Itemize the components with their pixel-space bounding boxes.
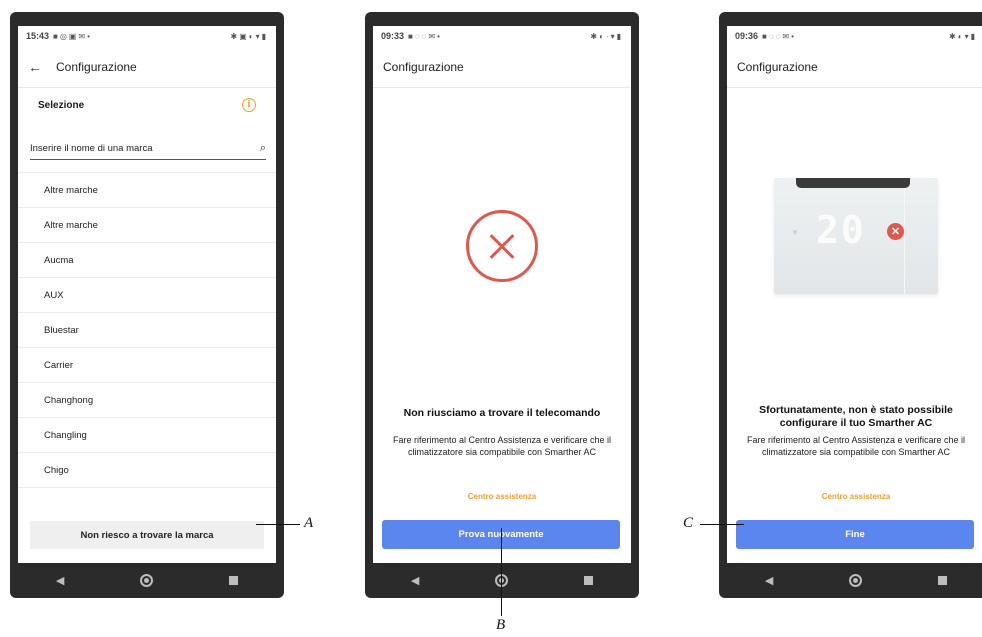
list-item[interactable]: Changhong <box>18 383 276 418</box>
notification-icons: ■◌◌✉• <box>408 31 442 41</box>
help-center-link[interactable]: Centro assistenza <box>373 492 631 501</box>
nav-back-icon[interactable]: ◀ <box>411 574 419 587</box>
status-bar: 15:43 ■◎▣✉• ✱▣◐▾▮ <box>18 26 276 46</box>
thermostat-display: 20 <box>816 208 866 252</box>
section-header: Selezione i <box>18 88 276 122</box>
list-item[interactable]: Aucma <box>18 243 276 278</box>
close-icon[interactable]: ✕ <box>262 26 272 28</box>
list-item[interactable]: Chigo <box>18 453 276 488</box>
app-bar: ← Configurazione <box>18 46 276 88</box>
popout-icon[interactable]: ⧉ <box>248 26 257 28</box>
callout-a-label: A <box>304 515 314 531</box>
message-body: Fare riferimento al Centro Assistenza e … <box>746 435 966 457</box>
thermostat-divider <box>904 188 905 294</box>
status-time: 09:36 <box>735 31 759 41</box>
system-status-icons: ✱◐▾▮ <box>949 31 977 41</box>
message-title: Non riusciamo a trovare il telecomando <box>403 407 601 419</box>
window-controls: ⧉ ✕ <box>957 26 981 28</box>
search-input[interactable] <box>30 143 230 154</box>
phone-screen-brand-selection: ⧉ ✕ 15:43 ■◎▣✉• ✱▣◐▾▮ ← Configurazione S… <box>10 12 284 598</box>
list-item[interactable]: Altre marche <box>18 173 276 208</box>
phone-screen-configuration-failed: ⧉ ✕ 09:36 ■◌◌✉• ✱◐▾▮ Configurazione ▼ 20… <box>719 12 982 598</box>
page-title: Configurazione <box>383 59 464 74</box>
callout-a-line <box>256 524 300 525</box>
close-icon[interactable]: ✕ <box>617 26 627 28</box>
page-title: Configurazione <box>56 59 137 74</box>
error-badge-icon: ✕ <box>887 223 904 240</box>
brand-not-found-button[interactable]: Non riesco a trovare la marca <box>30 521 264 549</box>
back-arrow-icon[interactable]: ← <box>28 59 42 75</box>
thermostat-illustration: ▼ 20 ✕ <box>774 178 938 294</box>
callout-b-label: B <box>496 617 506 633</box>
status-time: 15:43 <box>26 31 50 41</box>
brand-list: Altre marche Altre marche Aucma AUX Blue… <box>18 172 276 488</box>
status-bar: 09:36 ■◌◌✉• ✱◐▾▮ <box>727 26 982 46</box>
notification-icons: ■◎▣✉• <box>53 31 92 41</box>
list-item[interactable]: AUX <box>18 278 276 313</box>
screen: ⧉ ✕ 09:36 ■◌◌✉• ✱◐▾▮ Configurazione ▼ 20… <box>727 26 982 563</box>
status-time: 09:33 <box>381 31 405 41</box>
thermostat-arrow-icon: ▼ <box>791 228 799 237</box>
nav-recent-icon[interactable] <box>584 576 594 585</box>
list-item[interactable]: Altre marche <box>18 208 276 243</box>
page-title: Configurazione <box>737 59 818 74</box>
nav-back-icon[interactable]: ◀ <box>765 574 773 587</box>
list-item[interactable]: Bluestar <box>18 313 276 348</box>
section-label: Selezione <box>38 99 85 111</box>
message-title: Sfortunatamente, non è stato possibile c… <box>759 404 953 429</box>
finish-button[interactable]: Fine <box>736 520 974 549</box>
nav-home-icon[interactable] <box>140 574 154 587</box>
screen: ⧉ ✕ 15:43 ■◎▣✉• ✱▣◐▾▮ ← Configurazione S… <box>18 26 276 563</box>
app-bar: Configurazione <box>373 46 631 88</box>
nav-recent-icon[interactable] <box>229 576 239 585</box>
callout-c-label: C <box>683 515 694 531</box>
list-item[interactable]: Changling <box>18 418 276 453</box>
notification-icons: ■◌◌✉• <box>762 31 796 41</box>
search-icon[interactable]: ⌕ <box>260 142 266 155</box>
android-nav-bar: ◀ <box>727 563 982 598</box>
status-bar: 09:33 ■◌◌✉• ✱◐·▾▮ <box>373 26 631 46</box>
search-field: ⌕ <box>30 138 266 160</box>
screen: ⧉ ✕ 09:33 ■◌◌✉• ✱◐·▾▮ Configurazione Non… <box>373 26 631 563</box>
error-x-icon <box>466 210 538 282</box>
nav-back-icon[interactable]: ◀ <box>56 574 64 587</box>
close-icon[interactable]: ✕ <box>971 26 981 28</box>
thermostat-top-band <box>796 178 910 188</box>
nav-home-icon[interactable] <box>849 574 863 587</box>
help-center-link[interactable]: Centro assistenza <box>727 492 982 501</box>
list-item[interactable]: Carrier <box>18 348 276 383</box>
window-controls: ⧉ ✕ <box>603 26 627 28</box>
android-nav-bar: ◀ <box>18 563 276 598</box>
callout-b-line <box>501 528 502 616</box>
system-status-icons: ✱◐·▾▮ <box>590 31 623 41</box>
nav-recent-icon[interactable] <box>938 576 948 585</box>
android-nav-bar: ◀ <box>373 563 631 598</box>
callout-c-line <box>700 524 744 525</box>
app-bar: Configurazione <box>727 46 982 88</box>
system-status-icons: ✱▣◐▾▮ <box>230 31 268 41</box>
message-body: Fare riferimento al Centro Assistenza e … <box>392 435 612 457</box>
window-controls: ⧉ ✕ <box>248 26 272 28</box>
phone-screen-remote-not-found: ⧉ ✕ 09:33 ■◌◌✉• ✱◐·▾▮ Configurazione Non… <box>365 12 639 598</box>
popout-icon[interactable]: ⧉ <box>603 26 612 28</box>
info-icon[interactable]: i <box>242 98 256 112</box>
popout-icon[interactable]: ⧉ <box>957 26 966 28</box>
